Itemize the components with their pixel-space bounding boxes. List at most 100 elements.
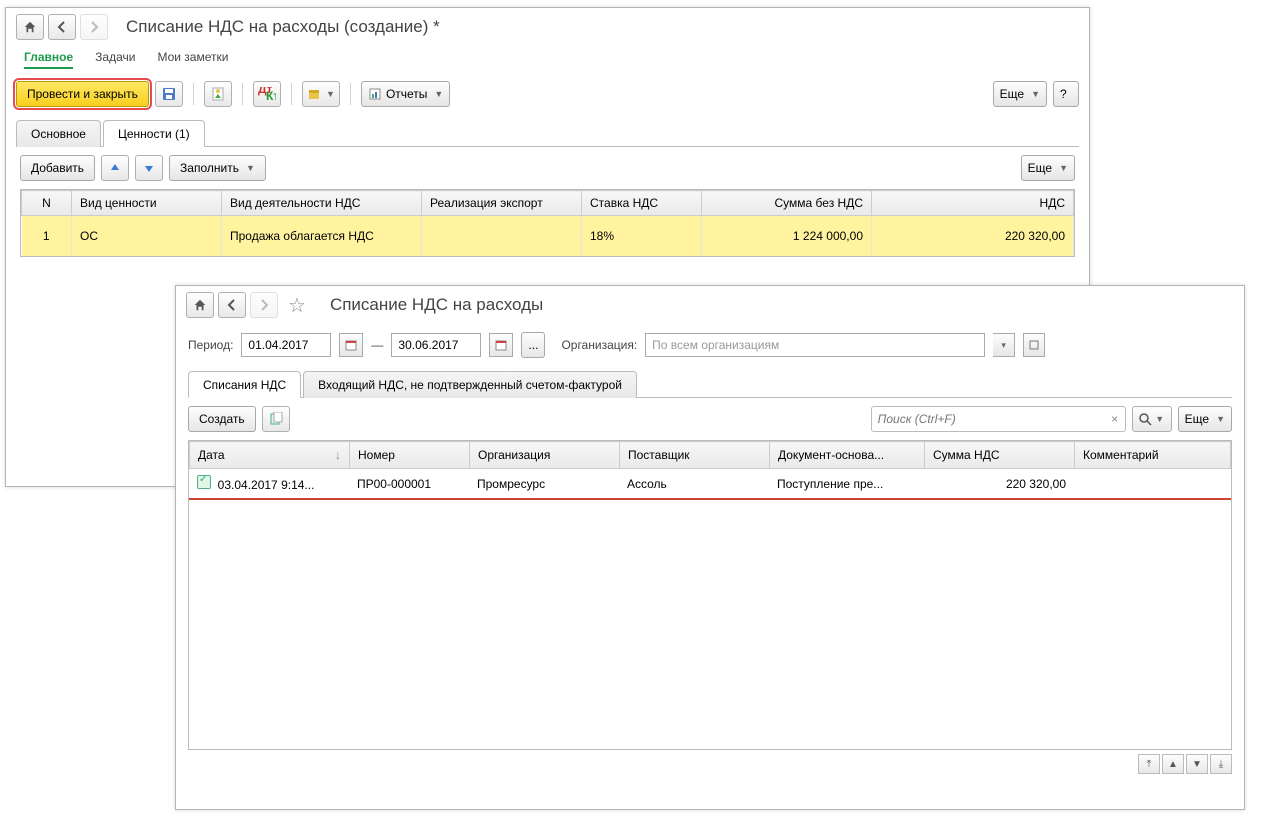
- grid-more-button[interactable]: Еще▼: [1021, 155, 1075, 181]
- col-acttype[interactable]: Вид деятельности НДС: [222, 191, 422, 216]
- create-button[interactable]: Создать: [188, 406, 256, 432]
- date-to-input[interactable]: [391, 333, 481, 357]
- copy-button[interactable]: [262, 406, 290, 432]
- svg-text:Кт: Кт: [266, 89, 276, 101]
- list-row[interactable]: 03.04.2017 9:14... ПР00-000001 Промресур…: [189, 469, 1231, 500]
- window-vat-writeoff-list: ☆ Списание НДС на расходы Период: — ... …: [175, 285, 1245, 810]
- nav-up-icon[interactable]: ▲: [1162, 754, 1184, 774]
- separator: [193, 83, 194, 105]
- col-valtype[interactable]: Вид ценности: [72, 191, 222, 216]
- list-more-button[interactable]: Еще▼: [1178, 406, 1232, 432]
- menu-notes[interactable]: Мои заметки: [157, 50, 228, 69]
- page-title-2: Списание НДС на расходы: [330, 295, 543, 315]
- save-button[interactable]: [155, 81, 183, 107]
- post-button[interactable]: [204, 81, 232, 107]
- doc-posted-icon: [197, 475, 211, 489]
- dash-label: —: [371, 338, 383, 352]
- help-button[interactable]: ?: [1053, 81, 1079, 107]
- tab-basic[interactable]: Основное: [16, 120, 101, 147]
- cell-num: ПР00-000001: [349, 469, 469, 499]
- org-label: Организация:: [561, 338, 637, 352]
- page-title: Списание НДС на расходы (создание) *: [126, 17, 440, 37]
- nav-first-icon[interactable]: ⤒: [1138, 754, 1160, 774]
- menu-main[interactable]: Главное: [24, 50, 73, 69]
- col-basedoc[interactable]: Документ-основа...: [770, 442, 925, 469]
- separator: [242, 83, 243, 105]
- home-button[interactable]: [16, 14, 44, 40]
- home-button-2[interactable]: [186, 292, 214, 318]
- top-navbar-2: ☆ Списание НДС на расходы: [176, 286, 1244, 324]
- col-date[interactable]: Дата↓: [190, 442, 350, 469]
- col-vat[interactable]: НДС: [872, 191, 1074, 216]
- cell-sumnov: 1 224 000,00: [702, 216, 872, 256]
- period-label: Период:: [188, 338, 233, 352]
- separator: [350, 83, 351, 105]
- cell-n: 1: [22, 216, 72, 256]
- col-supp[interactable]: Поставщик: [620, 442, 770, 469]
- table-row[interactable]: 1 ОС Продажа облагается НДС 18% 1 224 00…: [22, 216, 1074, 256]
- separator: [291, 83, 292, 105]
- reports-button[interactable]: Отчеты▼: [361, 81, 450, 107]
- cell-vat: 220 320,00: [872, 216, 1074, 256]
- col-realexp[interactable]: Реализация экспорт: [422, 191, 582, 216]
- tab-incoming-vat[interactable]: Входящий НДС, не подтвержденный счетом-ф…: [303, 371, 637, 398]
- cell-realexp: [422, 216, 582, 256]
- more-button[interactable]: Еще▼: [993, 81, 1047, 107]
- cell-supp: Ассоль: [619, 469, 769, 499]
- col-org[interactable]: Организация: [470, 442, 620, 469]
- col-rate[interactable]: Ставка НДС: [582, 191, 702, 216]
- nav-down-icon[interactable]: ▼: [1186, 754, 1208, 774]
- list-tabs: Списания НДС Входящий НДС, не подтвержде…: [188, 370, 1232, 398]
- cell-valtype: ОС: [72, 216, 222, 256]
- move-up-button[interactable]: [101, 155, 129, 181]
- col-comment[interactable]: Комментарий: [1075, 442, 1231, 469]
- col-sumvat[interactable]: Сумма НДС: [925, 442, 1075, 469]
- cell-sumvat: 220 320,00: [924, 469, 1074, 499]
- search-clear-icon[interactable]: ×: [1105, 412, 1125, 426]
- search-button[interactable]: ▼: [1132, 406, 1172, 432]
- grid-nav-footer: ⤒ ▲ ▼ ⤓: [176, 750, 1244, 780]
- cell-rate: 18%: [582, 216, 702, 256]
- col-n[interactable]: N: [22, 191, 72, 216]
- fill-button[interactable]: Заполнить▼: [169, 155, 266, 181]
- org-select[interactable]: По всем организациям: [645, 333, 985, 357]
- search-input[interactable]: [872, 412, 1105, 426]
- list-toolbar: Создать × ▼ Еще▼: [176, 398, 1244, 440]
- calendar-from-icon[interactable]: [339, 333, 363, 357]
- nav-forward-button: [80, 14, 108, 40]
- top-navbar: Списание НДС на расходы (создание) *: [6, 8, 1089, 46]
- tab-writeoffs[interactable]: Списания НДС: [188, 371, 301, 398]
- cell-basedoc: Поступление пре...: [769, 469, 924, 499]
- calendar-to-icon[interactable]: [489, 333, 513, 357]
- tab-values[interactable]: Ценности (1): [103, 120, 205, 147]
- attachment-button[interactable]: ▼: [302, 81, 340, 107]
- reports-label: Отчеты: [386, 87, 427, 101]
- dtkt-button[interactable]: ДтКт: [253, 81, 281, 107]
- add-button[interactable]: Добавить: [20, 155, 95, 181]
- favorite-star-icon[interactable]: ☆: [288, 293, 306, 318]
- post-and-close-button[interactable]: Провести и закрыть: [16, 81, 149, 107]
- grid-toolbar: Добавить Заполнить▼ Еще▼: [6, 147, 1089, 189]
- date-from-input[interactable]: [241, 333, 331, 357]
- nav-back-button[interactable]: [48, 14, 76, 40]
- col-sumnov[interactable]: Сумма без НДС: [702, 191, 872, 216]
- org-open-button[interactable]: [1023, 333, 1045, 357]
- cell-org: Промресурс: [469, 469, 619, 499]
- nav-last-icon[interactable]: ⤓: [1210, 754, 1232, 774]
- detail-tabs: Основное Ценности (1): [16, 119, 1079, 147]
- cell-date: 03.04.2017 9:14...: [189, 469, 349, 499]
- org-dropdown-button[interactable]: ▾: [993, 333, 1015, 357]
- move-down-button[interactable]: [135, 155, 163, 181]
- col-num[interactable]: Номер: [350, 442, 470, 469]
- list-grid[interactable]: Дата↓ Номер Организация Поставщик Докуме…: [188, 440, 1232, 750]
- search-box[interactable]: ×: [871, 406, 1126, 432]
- sort-icon: ↓: [335, 448, 341, 462]
- main-toolbar: Провести и закрыть ДтКт ▼ Отчеты▼ Еще▼ ?: [6, 77, 1089, 111]
- values-grid[interactable]: N Вид ценности Вид деятельности НДС Реал…: [20, 189, 1075, 257]
- menu-tasks[interactable]: Задачи: [95, 50, 135, 69]
- nav-back-button-2[interactable]: [218, 292, 246, 318]
- cell-acttype: Продажа облагается НДС: [222, 216, 422, 256]
- period-select-button[interactable]: ...: [521, 332, 545, 358]
- filter-row: Период: — ... Организация: По всем орган…: [176, 324, 1244, 366]
- nav-forward-button-2: [250, 292, 278, 318]
